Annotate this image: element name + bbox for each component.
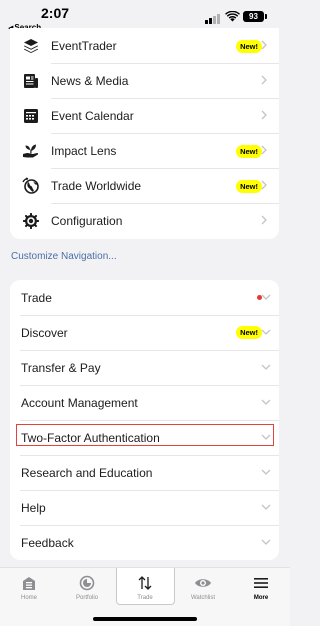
hamburger-icon	[254, 578, 268, 588]
tab-label: Trade	[137, 595, 153, 601]
gear-icon	[23, 213, 39, 229]
section-label: Discover	[21, 326, 68, 340]
section-label: Trade	[21, 291, 52, 305]
sections-card: Trade Discover New! Transfer & Pay Accou…	[10, 280, 279, 560]
chevron-down-icon	[261, 434, 271, 440]
section-label: Account Management	[21, 396, 138, 410]
battery-tip	[265, 14, 267, 19]
new-badge: New!	[236, 326, 262, 339]
section-label: Transfer & Pay	[21, 361, 101, 375]
chevron-right-icon	[261, 145, 267, 155]
chevron-down-icon	[261, 469, 271, 475]
home-indicator[interactable]	[93, 617, 197, 621]
hand-plant-icon	[23, 144, 39, 158]
customize-navigation-link[interactable]: Customize Navigation...	[11, 251, 117, 262]
menu-item-label: Trade Worldwide	[51, 179, 142, 193]
layers-icon	[24, 39, 38, 53]
globe-icon	[22, 177, 39, 194]
feature-menu-card: EventTrader New! News & Media Event Cale…	[10, 28, 279, 239]
tab-label: More	[253, 595, 269, 601]
section-feedback[interactable]: Feedback	[10, 525, 279, 560]
chevron-down-icon	[261, 294, 271, 300]
section-label: Feedback	[21, 536, 74, 550]
menu-item-configuration[interactable]: Configuration	[10, 203, 279, 238]
menu-item-label: News & Media	[51, 74, 129, 88]
chevron-down-icon	[261, 539, 271, 545]
trade-arrows-icon	[138, 576, 152, 590]
menu-item-impact-lens[interactable]: Impact Lens New!	[10, 133, 279, 168]
chevron-right-icon	[261, 75, 267, 85]
calendar-icon	[24, 109, 38, 123]
menu-item-eventtrader[interactable]: EventTrader New!	[10, 28, 279, 63]
tab-watchlist[interactable]: Watchlist	[174, 568, 232, 610]
menu-item-event-calendar[interactable]: Event Calendar	[10, 98, 279, 133]
portfolio-icon	[79, 575, 95, 591]
chevron-down-icon	[261, 504, 271, 510]
chevron-right-icon	[261, 40, 267, 50]
menu-item-label: Configuration	[51, 214, 123, 228]
menu-item-label: EventTrader	[51, 39, 117, 53]
menu-item-trade-worldwide[interactable]: Trade Worldwide New!	[10, 168, 279, 203]
home-icon	[23, 577, 35, 590]
section-transfer-pay[interactable]: Transfer & Pay	[10, 350, 279, 385]
menu-item-news-media[interactable]: News & Media	[10, 63, 279, 98]
battery-level: 93	[243, 11, 264, 22]
chevron-right-icon	[261, 215, 267, 225]
chevron-down-icon	[261, 364, 271, 370]
chevron-right-icon	[261, 180, 267, 190]
tab-portfolio[interactable]: Portfolio	[58, 568, 116, 610]
section-label: Two-Factor Authentication	[21, 431, 160, 445]
tab-more[interactable]: More	[232, 568, 290, 610]
section-account-management[interactable]: Account Management	[10, 385, 279, 420]
section-two-factor-authentication[interactable]: Two-Factor Authentication	[10, 420, 279, 455]
chevron-down-icon	[261, 329, 271, 335]
tab-home[interactable]: Home	[0, 568, 58, 610]
menu-item-label: Impact Lens	[51, 144, 117, 158]
tab-label: Home	[20, 595, 37, 601]
section-discover[interactable]: Discover New!	[10, 315, 279, 350]
menu-item-label: Event Calendar	[51, 109, 134, 123]
status-time: 2:07	[41, 5, 70, 21]
eye-icon	[195, 579, 211, 587]
tab-trade[interactable]: Trade	[116, 568, 174, 610]
section-research-education[interactable]: Research and Education	[10, 455, 279, 490]
section-label: Help	[21, 501, 46, 515]
chevron-down-icon	[261, 399, 271, 405]
tab-label: Watchlist	[190, 595, 216, 601]
cellular-signal-icon	[205, 14, 220, 24]
chevron-right-icon	[261, 110, 267, 120]
section-help[interactable]: Help	[10, 490, 279, 525]
wifi-icon	[225, 11, 240, 22]
section-trade[interactable]: Trade	[10, 280, 279, 315]
tab-label: Portfolio	[75, 595, 98, 601]
newspaper-icon	[24, 74, 38, 88]
section-label: Research and Education	[21, 466, 153, 480]
